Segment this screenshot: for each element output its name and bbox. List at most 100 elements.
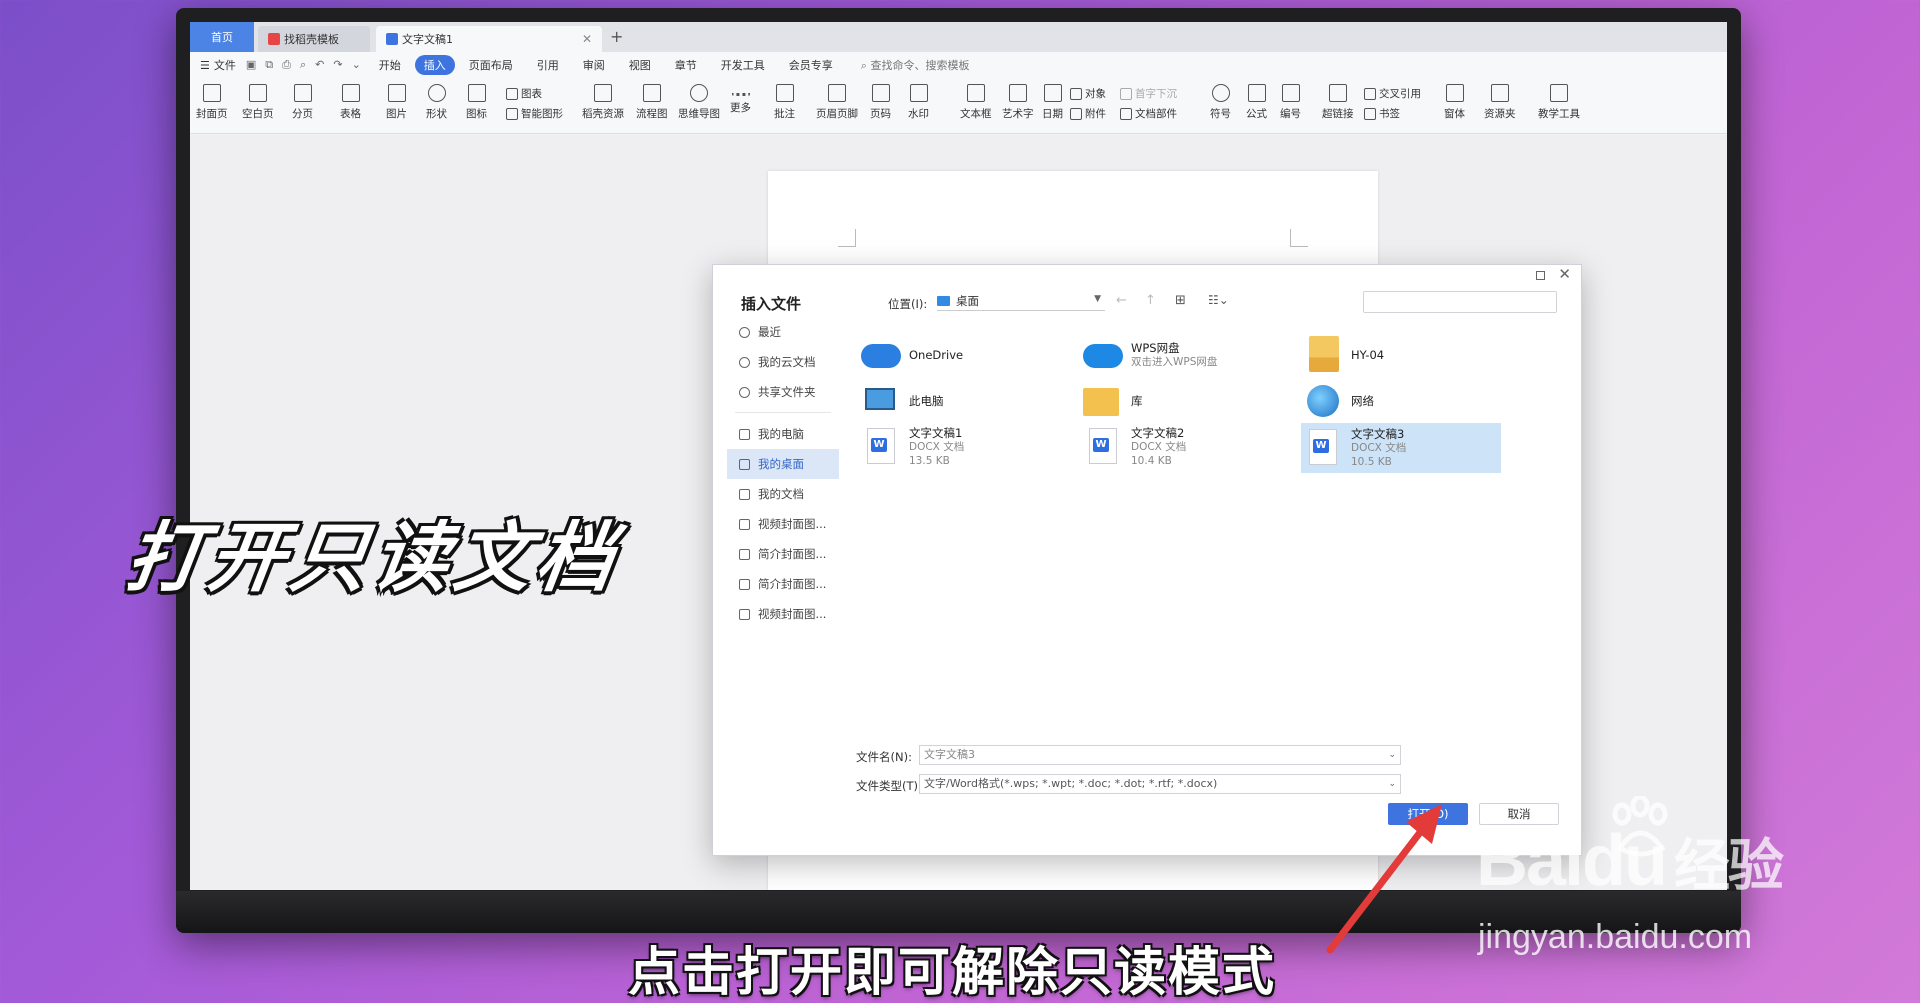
dropcap-label: 首字下沉 bbox=[1135, 88, 1177, 100]
back-arrow-icon[interactable]: ← bbox=[1116, 293, 1127, 308]
command-search[interactable]: ⌕ 查找命令、搜索模板 bbox=[861, 57, 970, 73]
formula-button[interactable]: 公式 bbox=[1246, 84, 1267, 121]
print-icon[interactable]: ⎙ bbox=[282, 58, 291, 72]
numbering-button[interactable]: 编号 bbox=[1280, 84, 1301, 121]
filetype-select[interactable]: 文字/Word格式(*.wps; *.wpt; *.doc; *.dot; *.… bbox=[919, 774, 1401, 794]
tab-template-label: 找稻壳模板 bbox=[284, 33, 339, 46]
file-name: 此电脑 bbox=[909, 394, 944, 408]
tab-template[interactable]: 找稻壳模板 bbox=[258, 26, 370, 52]
sidebar-item-folder[interactable]: 视频封面图... bbox=[727, 509, 839, 539]
resource-folder-button[interactable]: 资源夹 bbox=[1484, 84, 1516, 121]
sidebar-item-computer[interactable]: 我的电脑 bbox=[727, 419, 839, 449]
mindmap-icon bbox=[690, 84, 708, 102]
date-button[interactable]: 日期 bbox=[1042, 84, 1063, 121]
close-icon[interactable]: ✕ bbox=[1558, 265, 1571, 283]
docpart-button[interactable]: 文档部件 bbox=[1120, 106, 1177, 121]
menu-member[interactable]: 会员专享 bbox=[789, 57, 833, 73]
undo-icon[interactable]: ↶ bbox=[315, 58, 324, 72]
list-item-this-pc[interactable]: 此电脑 bbox=[859, 377, 1059, 425]
chart-icon bbox=[506, 87, 518, 100]
sidebar-item-folder[interactable]: 简介封面图... bbox=[727, 539, 839, 569]
dialog-search-input[interactable] bbox=[1363, 291, 1557, 313]
list-item-network[interactable]: 网络 bbox=[1301, 377, 1501, 425]
header-footer-label: 页眉页脚 bbox=[816, 108, 858, 120]
smart-art-button[interactable]: 智能图形 bbox=[506, 106, 563, 121]
tab-document[interactable]: 文字文稿1 ✕ bbox=[376, 26, 602, 52]
list-item-doc2[interactable]: 文字文稿2DOCX 文档 10.4 KB bbox=[1081, 423, 1281, 471]
sidebar-item-desktop[interactable]: 我的桌面 bbox=[727, 449, 839, 479]
file-list: OneDrive WPS网盘双击进入WPS网盘 HY-04 此电脑 库 网络 文… bbox=[859, 331, 1559, 571]
view-mode-icon[interactable]: ☷⌄ bbox=[1208, 293, 1229, 307]
symbol-button[interactable]: 符号 bbox=[1210, 84, 1231, 121]
form-button[interactable]: 窗体 bbox=[1444, 84, 1465, 121]
monitor-icon bbox=[739, 428, 750, 440]
icon-button[interactable]: 图标 bbox=[466, 84, 487, 121]
tab-home[interactable]: 首页 bbox=[190, 22, 254, 52]
menu-review[interactable]: 审阅 bbox=[583, 57, 605, 73]
redo-icon[interactable]: ↷ bbox=[333, 58, 342, 72]
textbox-button[interactable]: 文本框 bbox=[960, 84, 992, 121]
crossref-button[interactable]: 交叉引用 bbox=[1364, 86, 1421, 101]
menu-view[interactable]: 视图 bbox=[629, 57, 651, 73]
menu-page-layout[interactable]: 页面布局 bbox=[469, 57, 513, 73]
sidebar-item-documents[interactable]: 我的文档 bbox=[727, 479, 839, 509]
save-icon[interactable]: ▣ bbox=[246, 58, 256, 72]
menu-start[interactable]: 开始 bbox=[379, 57, 401, 73]
sidebar-item-folder[interactable]: 视频封面图... bbox=[727, 599, 839, 629]
wordart-label: 艺术字 bbox=[1002, 108, 1034, 120]
export-icon[interactable]: ⧉ bbox=[265, 58, 273, 72]
header-footer-button[interactable]: 页眉页脚 bbox=[816, 84, 858, 121]
file-name: HY-04 bbox=[1351, 348, 1385, 362]
flowchart-button[interactable]: 流程图 bbox=[636, 84, 668, 121]
new-tab-button[interactable]: + bbox=[610, 27, 623, 46]
sidebar-item-cloud[interactable]: 我的云文档 bbox=[727, 347, 839, 377]
object-button[interactable]: 对象 bbox=[1070, 86, 1106, 101]
list-item-doc3-selected[interactable]: 文字文稿3DOCX 文档 10.5 KB bbox=[1301, 423, 1501, 473]
file-size: 10.4 KB bbox=[1131, 455, 1172, 467]
bookmark-button[interactable]: 书签 bbox=[1364, 106, 1400, 121]
shape-button[interactable]: 形状 bbox=[426, 84, 447, 121]
location-select[interactable]: 桌面 ▼ bbox=[937, 291, 1105, 311]
sidebar-item-recent[interactable]: 最近 bbox=[727, 317, 839, 347]
menu-chapter[interactable]: 章节 bbox=[675, 57, 697, 73]
page-number-button[interactable]: 页码 bbox=[870, 84, 891, 121]
menu-references[interactable]: 引用 bbox=[537, 57, 559, 73]
mindmap-button[interactable]: 思维导图 bbox=[678, 84, 720, 121]
picture-button[interactable]: 图片 bbox=[386, 84, 407, 121]
close-icon[interactable]: ✕ bbox=[582, 32, 592, 46]
more-icon[interactable]: ⌄ bbox=[352, 58, 361, 72]
list-item-library[interactable]: 库 bbox=[1081, 377, 1281, 425]
filename-field[interactable]: 文字文稿3 ⌄ bbox=[919, 745, 1401, 765]
list-item-user-folder[interactable]: HY-04 bbox=[1301, 331, 1501, 379]
list-item-wps-drive[interactable]: WPS网盘 双击进入WPS网盘 bbox=[1081, 331, 1281, 379]
chart-button[interactable]: 图表 bbox=[506, 86, 542, 101]
table-button[interactable]: 表格 bbox=[340, 84, 361, 121]
menu-developer[interactable]: 开发工具 bbox=[721, 57, 765, 73]
attachment-button[interactable]: 附件 bbox=[1070, 106, 1106, 121]
file-menu[interactable]: ☰ 文件 bbox=[200, 57, 236, 73]
page-break-button[interactable]: 分页 bbox=[292, 84, 313, 121]
sidebar-item-shared[interactable]: 共享文件夹 bbox=[727, 377, 839, 407]
sidebar-item-label: 共享文件夹 bbox=[758, 385, 816, 399]
docer-resource-button[interactable]: 稻壳资源 bbox=[582, 84, 624, 121]
preview-icon[interactable]: ⌕ bbox=[300, 58, 306, 72]
wordart-button[interactable]: 艺术字 bbox=[1002, 84, 1034, 121]
comment-button[interactable]: 批注 bbox=[774, 84, 795, 121]
list-item-doc1[interactable]: 文字文稿1DOCX 文档 13.5 KB bbox=[859, 423, 1059, 471]
file-name: 库 bbox=[1131, 394, 1143, 408]
watermark-button[interactable]: 水印 bbox=[908, 84, 929, 121]
menu-insert[interactable]: 插入 bbox=[414, 55, 455, 75]
library-folder-icon bbox=[1083, 382, 1123, 420]
dropcap-button[interactable]: 首字下沉 bbox=[1120, 86, 1177, 101]
up-arrow-icon[interactable]: ↑ bbox=[1145, 293, 1156, 308]
sidebar-item-folder[interactable]: 简介封面图... bbox=[727, 569, 839, 599]
more-button[interactable]: 更多 bbox=[730, 84, 751, 115]
form-icon bbox=[1445, 84, 1464, 102]
list-item-onedrive[interactable]: OneDrive bbox=[859, 331, 1059, 379]
blank-page-button[interactable]: 空白页 bbox=[242, 84, 274, 121]
new-folder-icon[interactable]: ⊞ bbox=[1175, 293, 1186, 308]
teaching-tools-button[interactable]: 教学工具 bbox=[1538, 84, 1580, 121]
hyperlink-button[interactable]: 超链接 bbox=[1322, 84, 1354, 121]
maximize-icon[interactable] bbox=[1536, 271, 1545, 280]
cover-page-button[interactable]: 封面页 bbox=[196, 84, 228, 121]
